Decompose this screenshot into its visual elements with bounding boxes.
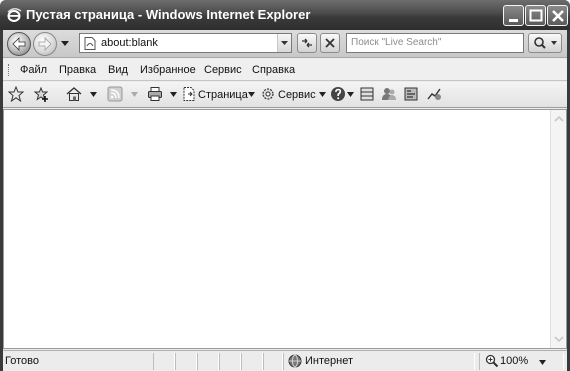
back-arrow-icon xyxy=(12,37,26,51)
page-menu-icon[interactable] xyxy=(181,86,197,102)
close-icon xyxy=(552,10,564,22)
menu-view[interactable]: Вид xyxy=(108,64,128,76)
page-dropdown-icon[interactable] xyxy=(248,92,255,97)
title-bar[interactable]: Пустая страница - Windows Internet Explo… xyxy=(0,0,570,30)
status-bar: Готово Интернет 100% xyxy=(3,350,567,371)
status-pane xyxy=(153,353,175,370)
search-field[interactable]: Поиск "Live Search" xyxy=(346,33,524,53)
minimize-icon xyxy=(509,19,518,22)
forward-arrow-icon xyxy=(38,37,52,51)
help-dropdown-icon[interactable] xyxy=(347,92,354,97)
forward-button[interactable] xyxy=(33,32,57,56)
printer-icon[interactable] xyxy=(147,86,163,102)
refresh-button[interactable] xyxy=(297,33,317,53)
globe-icon xyxy=(288,354,302,368)
maximize-button[interactable] xyxy=(525,5,546,26)
rss-icon[interactable] xyxy=(107,86,123,102)
page-icon xyxy=(84,37,96,50)
status-pane xyxy=(219,353,241,370)
gear-icon[interactable] xyxy=(260,86,276,102)
chevron-down-icon xyxy=(281,41,288,45)
status-pane xyxy=(263,353,283,370)
minimize-button[interactable] xyxy=(503,5,524,26)
history-dropdown-icon[interactable] xyxy=(60,38,70,48)
address-dropdown[interactable] xyxy=(277,34,291,52)
address-toolbar: about:blank Поиск "Live Search" xyxy=(3,30,567,58)
star-icon[interactable] xyxy=(8,86,24,102)
messenger-icon[interactable] xyxy=(381,86,397,102)
scroll-down-icon[interactable] xyxy=(552,332,566,346)
refresh-icon xyxy=(302,38,312,48)
status-pane xyxy=(241,353,263,370)
zoom-level[interactable]: 100% xyxy=(500,355,528,367)
zoom-icon[interactable] xyxy=(485,354,499,368)
tools-dropdown-icon[interactable] xyxy=(319,92,326,97)
page-menu-label[interactable]: Страница xyxy=(198,89,248,101)
back-button[interactable] xyxy=(7,32,31,56)
stop-button[interactable] xyxy=(320,33,340,53)
page-content[interactable] xyxy=(3,109,567,349)
menu-tools[interactable]: Сервис xyxy=(204,64,242,76)
zoom-dropdown-icon[interactable] xyxy=(539,360,546,365)
window-title: Пустая страница - Windows Internet Explo… xyxy=(26,7,311,22)
browser-client: about:blank Поиск "Live Search" Файл Пра… xyxy=(3,30,567,371)
help-icon[interactable] xyxy=(330,86,346,102)
command-bar: Страница Сервис xyxy=(3,82,567,108)
menu-file[interactable]: Файл xyxy=(20,64,47,76)
tools-menu-label[interactable]: Сервис xyxy=(278,89,316,101)
maximize-icon xyxy=(529,9,543,22)
add-favorite-icon[interactable] xyxy=(33,86,49,102)
status-pane xyxy=(175,353,197,370)
scroll-up-icon[interactable] xyxy=(552,112,566,126)
blog-icon[interactable] xyxy=(426,86,442,102)
search-button[interactable] xyxy=(528,33,562,53)
menu-grip[interactable] xyxy=(8,64,10,76)
rss-dropdown-icon[interactable] xyxy=(131,92,138,97)
browser-window: Пустая страница - Windows Internet Explo… xyxy=(0,0,570,371)
magnifier-icon xyxy=(534,37,557,49)
address-field[interactable]: about:blank xyxy=(79,33,292,53)
home-dropdown-icon[interactable] xyxy=(90,92,97,97)
stop-icon xyxy=(325,38,335,48)
menu-bar: Файл Правка Вид Избранное Сервис Справка xyxy=(3,59,567,81)
home-icon[interactable] xyxy=(66,86,82,102)
ie-logo-icon xyxy=(7,8,22,22)
translate-icon[interactable] xyxy=(403,86,419,102)
status-pane xyxy=(197,353,219,370)
security-zone-text[interactable]: Интернет xyxy=(305,355,353,367)
close-button[interactable] xyxy=(547,5,568,26)
menu-help[interactable]: Справка xyxy=(252,64,295,76)
menu-favorites[interactable]: Избранное xyxy=(140,64,196,76)
menu-edit[interactable]: Правка xyxy=(59,64,96,76)
search-placeholder: Поиск "Live Search" xyxy=(351,37,442,48)
research-icon[interactable] xyxy=(359,86,375,102)
status-text: Готово xyxy=(5,355,39,367)
print-dropdown-icon[interactable] xyxy=(170,92,177,97)
address-url[interactable]: about:blank xyxy=(101,37,158,49)
vertical-scrollbar[interactable] xyxy=(550,110,566,348)
